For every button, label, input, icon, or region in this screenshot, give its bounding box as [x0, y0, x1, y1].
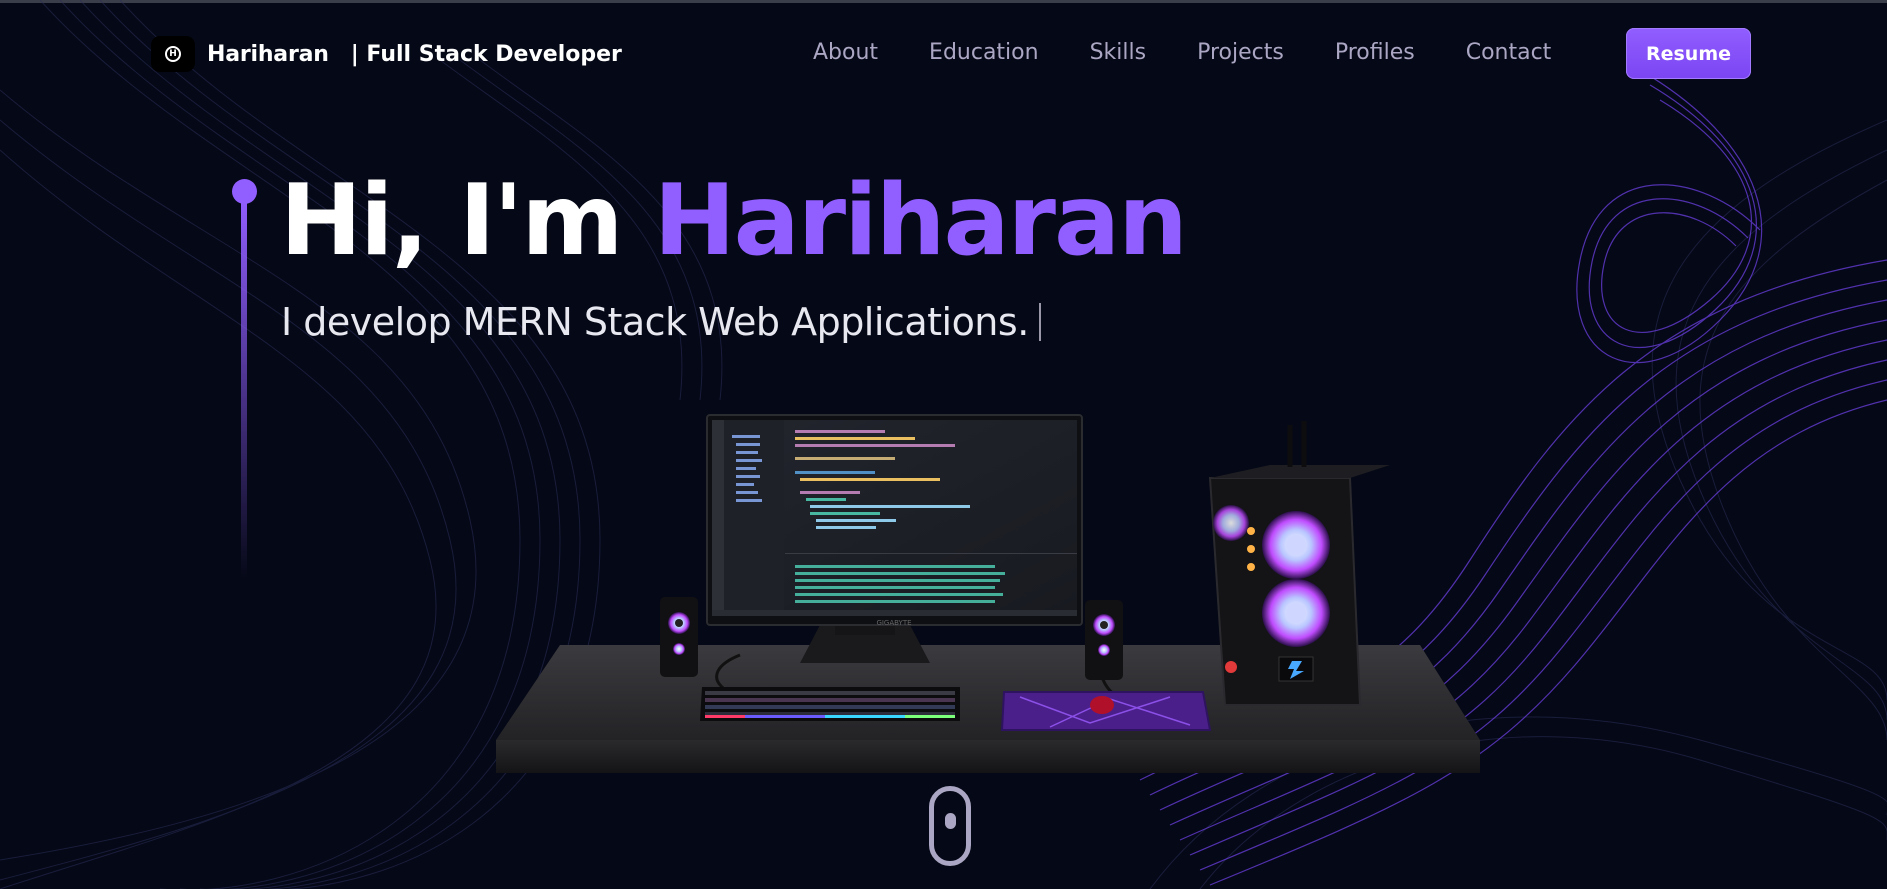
hero-subtitle: I develop MERN Stack Web Applications. [281, 300, 1041, 344]
nav-link-about[interactable]: About [813, 40, 878, 65]
hero-accent-line [241, 200, 247, 580]
desk-front [496, 740, 1480, 773]
nav-links: About Education Skills Projects Profiles… [813, 40, 1602, 65]
brand-link[interactable]: H Hariharan | Full Stack Developer [151, 36, 622, 72]
desktop-pc-scene[interactable]: GIGABYTE [490, 405, 1490, 785]
mouse [1090, 696, 1114, 714]
resume-button[interactable]: Resume [1626, 28, 1751, 79]
logo-letter: H [165, 46, 181, 62]
hero-title: Hi, I'm Hariharan [280, 164, 1188, 278]
brand-name: Hariharan [207, 41, 329, 67]
nav-link-profiles[interactable]: Profiles [1335, 40, 1415, 65]
hero-greeting: Hi, I'm [280, 164, 654, 278]
mouse-scroll-icon[interactable] [929, 786, 971, 866]
scroll-dot [945, 813, 956, 829]
left-speaker [660, 597, 698, 677]
brand-tagline: | Full Stack Developer [350, 41, 622, 67]
hariharan-logo-icon: H [151, 36, 195, 72]
nav-link-projects[interactable]: Projects [1197, 40, 1284, 65]
nav-link-contact[interactable]: Contact [1466, 40, 1552, 65]
hero-name: Hariharan [653, 164, 1188, 278]
hero-subtitle-text: I develop MERN Stack Web Applications. [281, 300, 1029, 344]
nav-link-education[interactable]: Education [929, 40, 1039, 65]
typing-caret [1038, 303, 1041, 341]
nav-link-skills[interactable]: Skills [1090, 40, 1147, 65]
monitor-brand-label: GIGABYTE [876, 619, 911, 627]
right-speaker [1085, 600, 1123, 680]
top-navbar: H Hariharan | Full Stack Developer About… [0, 26, 1887, 82]
